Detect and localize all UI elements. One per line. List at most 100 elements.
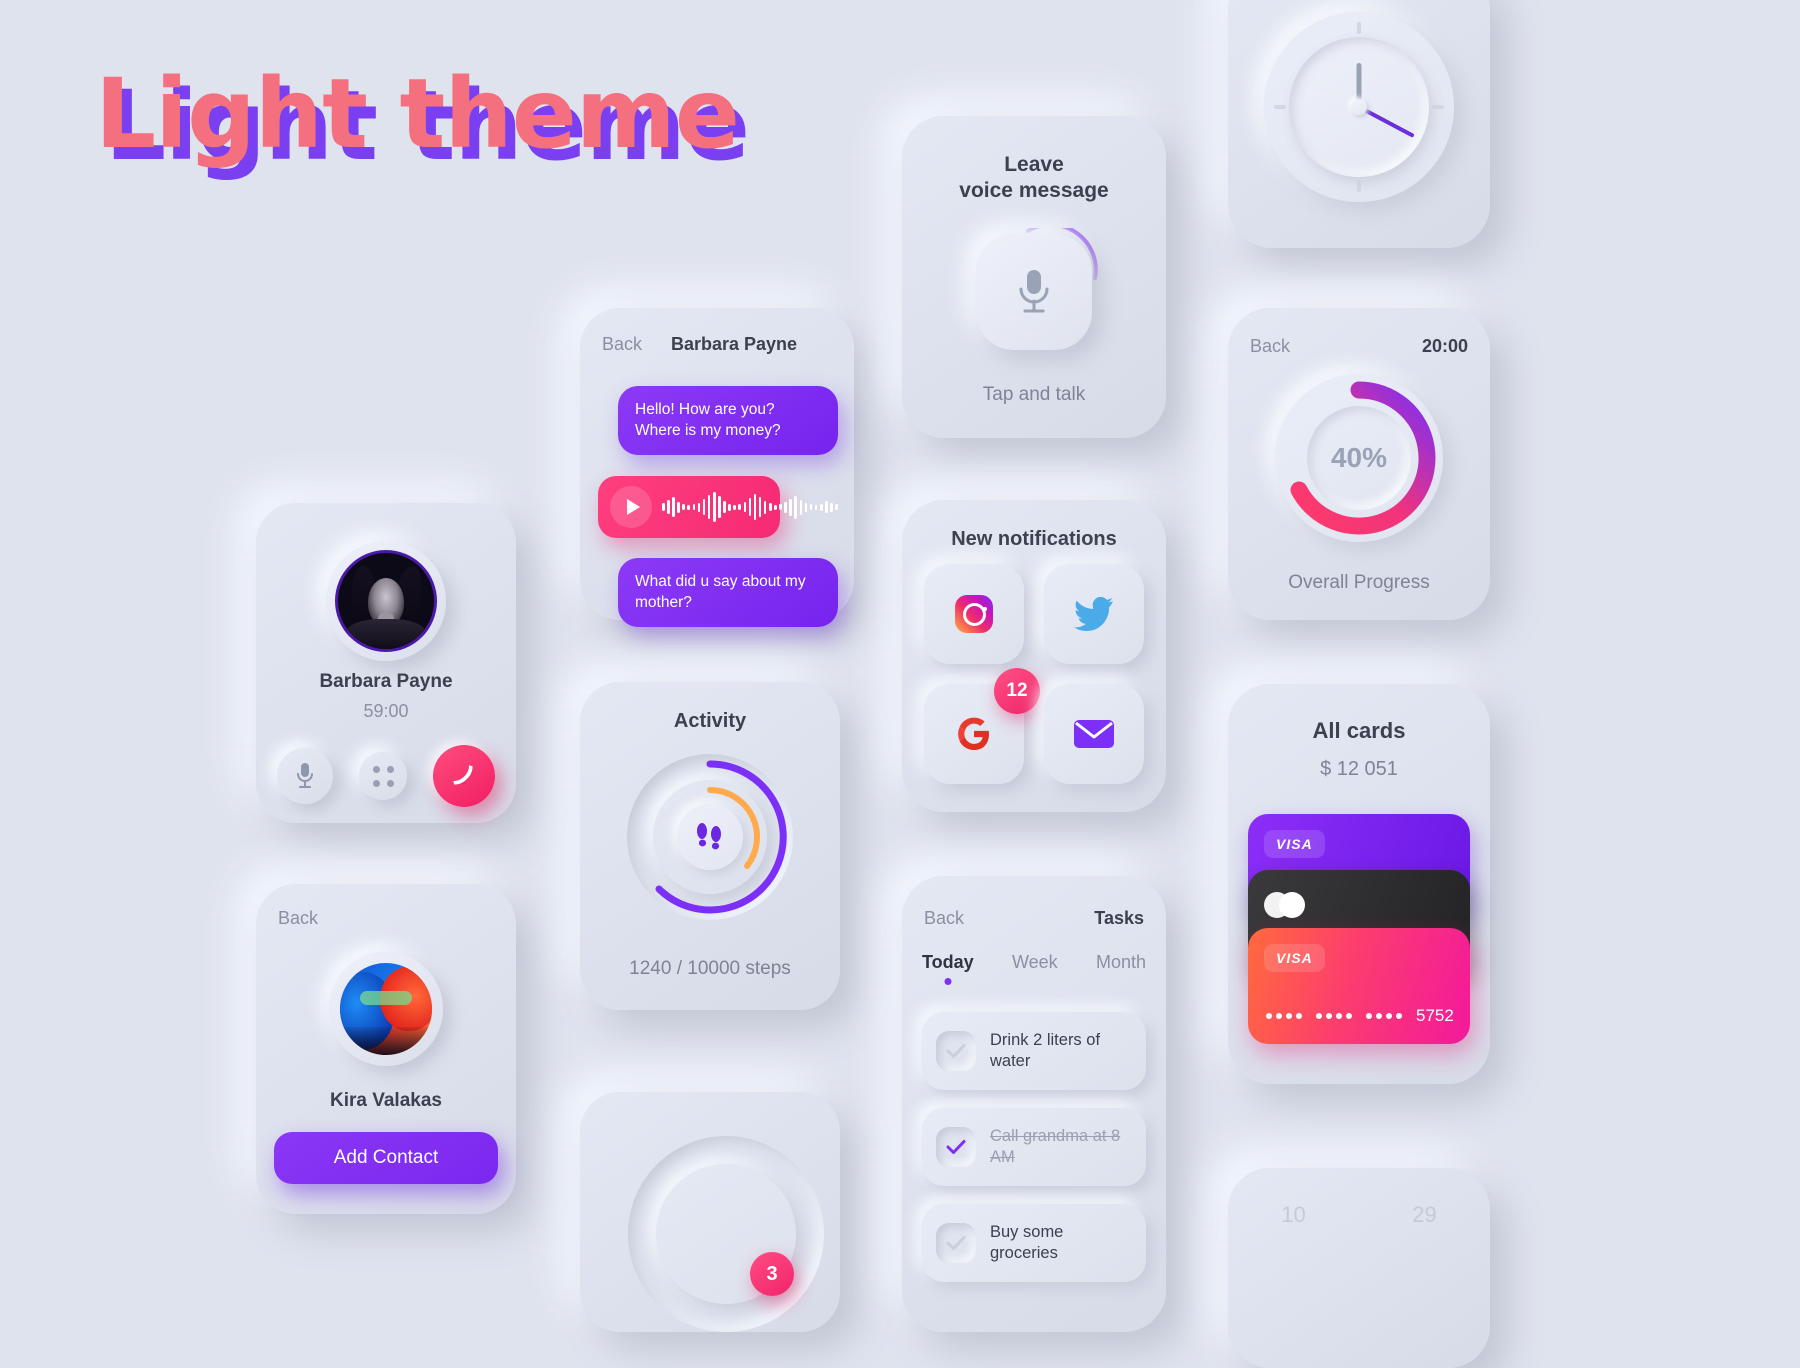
checkbox-unchecked[interactable]	[936, 1223, 976, 1263]
notification-badge: 12	[994, 668, 1040, 714]
visa-logo-icon: VISA	[1264, 944, 1325, 972]
notification-tile-twitter[interactable]	[1044, 564, 1144, 664]
mute-button[interactable]	[277, 748, 333, 804]
activity-card: Activity 1240 / 10000 steps	[580, 682, 840, 1010]
tasks-card: Back Tasks Today Week Month Drink 2 lite…	[902, 876, 1166, 1332]
notification-badge: 3	[750, 1252, 794, 1296]
masked-digits-group	[1266, 1013, 1302, 1019]
footsteps-icon	[697, 823, 721, 850]
notifications-title: New notifications	[951, 528, 1117, 550]
card-number: 5752	[1266, 1006, 1454, 1026]
phone-hangup-icon	[453, 765, 473, 785]
call-card: Barbara Payne 59:00	[256, 503, 516, 823]
wallet-title: All cards	[1312, 718, 1406, 743]
avatar	[329, 952, 443, 1066]
google-icon	[958, 717, 989, 750]
waveform-icon	[662, 490, 838, 524]
masked-digits-group	[1316, 1013, 1352, 1019]
contact-name: Kira Valakas	[330, 1090, 442, 1111]
keypad-dots-icon	[372, 765, 394, 787]
chat-card: Back Barbara Payne Hello! How are you? W…	[580, 308, 854, 628]
microphone-icon	[297, 763, 313, 788]
tab-month[interactable]: Month	[1096, 952, 1146, 985]
minute-hand	[1358, 105, 1415, 138]
clock-center-cap	[1351, 99, 1367, 115]
activity-rings	[627, 754, 793, 920]
notifications-grid: 12	[924, 564, 1144, 784]
caller-name: Barbara Payne	[319, 671, 453, 692]
task-row[interactable]: Buy some groceries	[922, 1204, 1146, 1282]
checkbox-checked[interactable]	[936, 1127, 976, 1167]
calendar-day[interactable]: 29	[1412, 1202, 1436, 1228]
tab-today[interactable]: Today	[922, 952, 974, 985]
notification-tile-google[interactable]: 12	[924, 668, 1040, 784]
chat-bubble-outgoing: What did u say about my mother?	[618, 558, 838, 628]
light-theme-ui-kit: Light theme Barbara Payne 59:00 Back Kir…	[0, 0, 1800, 1368]
calendar-numbers: 10 29	[1228, 1202, 1490, 1228]
progress-ring: 40%	[1275, 374, 1443, 542]
mail-icon	[1074, 720, 1114, 748]
task-row[interactable]: Call grandma at 8 AM	[922, 1108, 1146, 1186]
task-label: Buy some groceries	[990, 1222, 1064, 1262]
contact-card: Back Kira Valakas Add Contact	[256, 884, 516, 1214]
progress-header: Back 20:00	[1250, 336, 1468, 357]
calendar-day[interactable]: 10	[1281, 1202, 1305, 1228]
instagram-icon	[955, 595, 993, 633]
tab-week[interactable]: Week	[1012, 952, 1058, 985]
chat-bubble-outgoing: Hello! How are you? Where is my money?	[618, 386, 838, 456]
add-contact-button[interactable]: Add Contact	[274, 1132, 498, 1184]
progress-caption: Overall Progress	[1288, 572, 1430, 593]
notification-tile-instagram[interactable]	[924, 564, 1024, 664]
mastercard-logo-icon	[1264, 892, 1308, 918]
notifications-card: New notifications 12	[902, 500, 1166, 812]
wallet-amount: $ 12 051	[1320, 758, 1398, 780]
progress-percent: 40%	[1330, 442, 1388, 473]
tap-and-talk-button[interactable]	[976, 234, 1092, 350]
progress-time: 20:00	[1421, 336, 1468, 356]
voice-card-title-line2: voice message	[959, 179, 1109, 203]
chat-title: Barbara Payne	[670, 334, 798, 354]
task-label: Drink 2 liters of water	[990, 1030, 1101, 1070]
card-last4: 5752	[1416, 1006, 1454, 1025]
progress-card: Back 20:00 40% Overall Progress	[1228, 308, 1490, 620]
chat-header: Back Barbara Payne	[602, 334, 832, 355]
voice-message-card: Leave voice message Tap and talk	[902, 116, 1166, 438]
page-title: Light theme	[95, 58, 740, 170]
bank-card-visa-pink[interactable]: VISA 5752	[1248, 928, 1470, 1044]
activity-steps: 1240 / 10000 steps	[629, 958, 791, 979]
check-icon	[946, 1140, 966, 1154]
back-link[interactable]: Back	[924, 908, 964, 929]
voice-message-bubble[interactable]	[598, 476, 838, 538]
keypad-button[interactable]	[359, 752, 407, 800]
microphone-icon	[1019, 270, 1049, 313]
end-call-button[interactable]	[433, 745, 495, 807]
task-row[interactable]: Drink 2 liters of water	[922, 1012, 1146, 1090]
checkbox-unchecked[interactable]	[936, 1031, 976, 1071]
ring-badge-card: 3	[580, 1092, 840, 1332]
back-link[interactable]: Back	[1250, 336, 1290, 357]
visa-logo-icon: VISA	[1264, 830, 1325, 858]
voice-card-title: Leave voice message	[902, 152, 1166, 205]
check-icon	[946, 1236, 966, 1250]
task-label: Call grandma at 8 AM	[990, 1126, 1121, 1166]
tasks-header: Back Tasks	[924, 908, 1144, 929]
voice-card-caption: Tap and talk	[982, 384, 1086, 405]
notification-tile-mail[interactable]	[1044, 684, 1144, 784]
wallet-card: All cards $ 12 051 VISA VISA 5752	[1228, 684, 1490, 1084]
check-icon	[946, 1044, 966, 1058]
clock-face	[1289, 37, 1429, 177]
avatar-image-barbara	[338, 553, 434, 649]
twitter-icon	[1074, 597, 1113, 631]
tasks-tabs: Today Week Month	[922, 952, 1146, 985]
back-link[interactable]: Back	[278, 908, 318, 929]
masked-digits-group	[1366, 1013, 1402, 1019]
call-duration: 59:00	[363, 701, 409, 721]
avatar	[326, 541, 446, 661]
avatar-image-kira	[340, 963, 432, 1055]
activity-title: Activity	[673, 710, 747, 732]
play-icon[interactable]	[610, 486, 652, 528]
analog-clock-icon	[1264, 12, 1454, 202]
tasks-title: Tasks	[1094, 908, 1144, 928]
progress-center: 40%	[1307, 406, 1411, 510]
calendar-card: 10 29	[1228, 1168, 1490, 1368]
